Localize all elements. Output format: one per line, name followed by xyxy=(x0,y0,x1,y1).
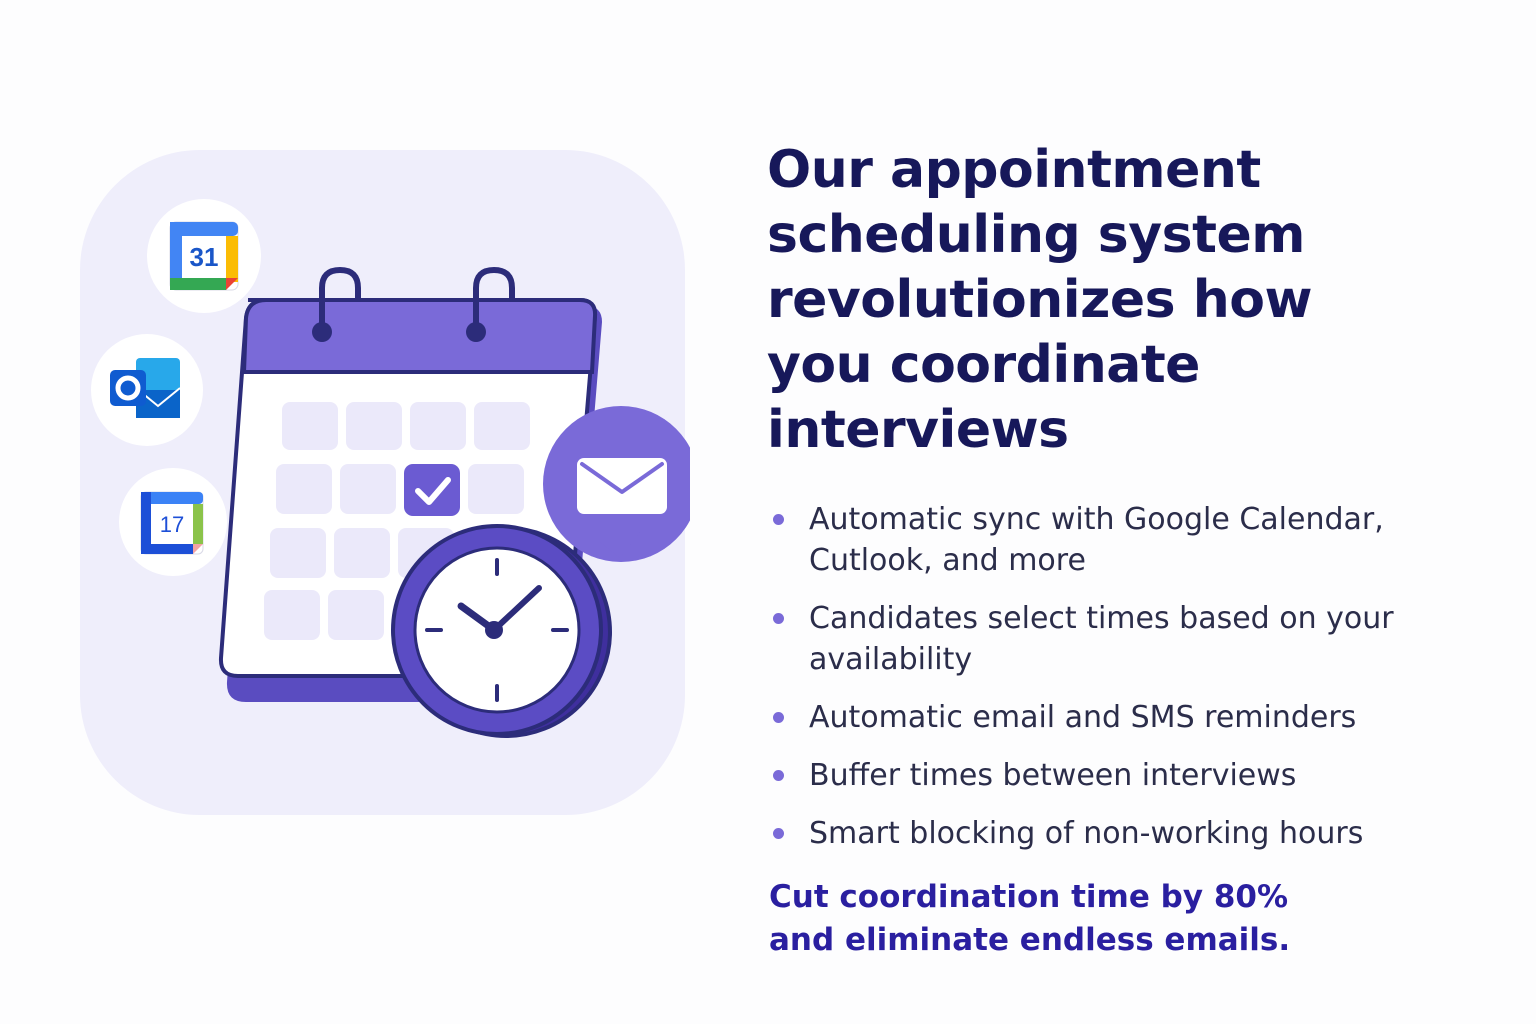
bullet-icon xyxy=(773,613,784,624)
list-item: Automatic email and SMS reminders xyxy=(767,697,1419,738)
scheduling-illustration: 31 17 xyxy=(80,150,690,815)
page-title: Our appointment scheduling system revolu… xyxy=(767,140,1313,460)
bullet-icon xyxy=(773,770,784,781)
bullet-icon xyxy=(773,828,784,839)
feature-list: Automatic sync with Google Calendar, Cut… xyxy=(767,499,1467,854)
page: 31 17 Our appointment scheduling system … xyxy=(0,0,1536,1024)
bullet-icon xyxy=(773,514,784,525)
bullet-icon xyxy=(773,712,784,723)
tagline: Cut coordination time by 80% and elimina… xyxy=(769,876,1329,962)
list-item: Automatic sync with Google Calendar, Cut… xyxy=(767,499,1419,581)
tagline-line-2: and eliminate endless emails. xyxy=(769,922,1291,958)
feature-text: Smart blocking of non-working hours xyxy=(809,816,1364,851)
feature-text: Buffer times between interviews xyxy=(809,758,1297,793)
list-item: Smart blocking of non-working hours xyxy=(767,813,1419,854)
outlook-icon xyxy=(91,334,203,446)
tagline-line-1: Cut coordination time by 80% xyxy=(769,879,1289,915)
feature-text: Automatic sync with Google Calendar, Cut… xyxy=(809,502,1384,578)
list-item: Buffer times between interviews xyxy=(767,755,1419,796)
google-calendar-icon: 31 xyxy=(147,199,261,313)
check-icon xyxy=(404,464,460,516)
svg-text:17: 17 xyxy=(160,512,184,537)
calendar-app-icon: 17 xyxy=(119,468,227,576)
feature-text: Candidates select times based on your av… xyxy=(809,601,1394,677)
svg-text:31: 31 xyxy=(190,242,219,272)
list-item: Candidates select times based on your av… xyxy=(767,598,1419,680)
content-panel: Our appointment scheduling system revolu… xyxy=(767,138,1467,962)
clock-icon xyxy=(391,524,612,738)
feature-text: Automatic email and SMS reminders xyxy=(809,700,1357,735)
